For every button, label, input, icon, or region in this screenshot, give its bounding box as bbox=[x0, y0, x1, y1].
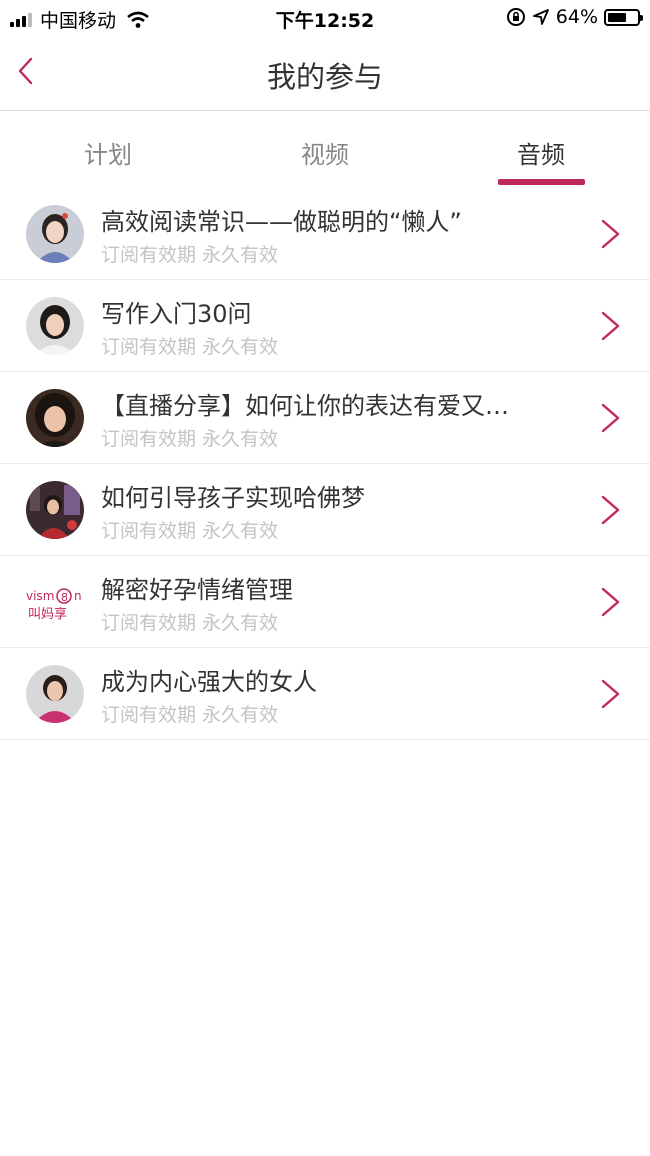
chevron-right-icon bbox=[601, 587, 620, 617]
list-item[interactable]: 【直播分享】如何让你的表达有爱又… 订阅有效期 永久有效 bbox=[0, 372, 650, 464]
course-list: 高效阅读常识——做聪明的“懒人” 订阅有效期 永久有效 写作入门30问 订阅有效… bbox=[0, 188, 650, 740]
item-subtitle: 订阅有效期 永久有效 bbox=[101, 612, 279, 634]
orientation-lock-icon bbox=[506, 8, 525, 26]
list-item[interactable]: 写作入门30问 订阅有效期 永久有效 bbox=[0, 280, 650, 372]
tab-plan[interactable]: 计划 bbox=[48, 135, 168, 170]
chevron-right-icon bbox=[601, 219, 620, 249]
chevron-right-icon bbox=[601, 495, 620, 525]
tab-audio[interactable]: 音频 bbox=[481, 135, 601, 170]
avatar bbox=[26, 481, 84, 539]
logo-text: 8 bbox=[61, 591, 68, 604]
item-title: 解密好孕情绪管理 bbox=[101, 576, 293, 604]
logo: vism 8 n 叫妈享 bbox=[26, 573, 84, 631]
item-subtitle: 订阅有效期 永久有效 bbox=[101, 520, 279, 542]
item-subtitle: 订阅有效期 永久有效 bbox=[101, 336, 279, 358]
chevron-right-icon bbox=[601, 403, 620, 433]
item-title: 【直播分享】如何让你的表达有爱又… bbox=[101, 392, 509, 420]
list-item[interactable]: vism 8 n 叫妈享 解密好孕情绪管理 订阅有效期 永久有效 bbox=[0, 556, 650, 648]
logo-text: 叫妈享 bbox=[28, 606, 67, 622]
item-subtitle: 订阅有效期 永久有效 bbox=[101, 428, 279, 450]
logo-text: n bbox=[74, 589, 82, 603]
tab-video[interactable]: 视频 bbox=[265, 135, 385, 170]
avatar bbox=[26, 389, 84, 447]
avatar bbox=[26, 205, 84, 263]
tab-bar: 计划 视频 音频 bbox=[0, 111, 650, 188]
avatar bbox=[26, 297, 84, 355]
chevron-right-icon bbox=[601, 311, 620, 341]
tab-active-indicator bbox=[498, 179, 585, 185]
battery-percent: 64% bbox=[555, 6, 598, 28]
status-bar: 中国移动 下午12:52 64% bbox=[0, 0, 650, 36]
item-title: 写作入门30问 bbox=[101, 300, 252, 328]
avatar bbox=[26, 665, 84, 723]
item-title: 成为内心强大的女人 bbox=[101, 668, 317, 696]
item-subtitle: 订阅有效期 永久有效 bbox=[101, 244, 279, 266]
list-item[interactable]: 如何引导孩子实现哈佛梦 订阅有效期 永久有效 bbox=[0, 464, 650, 556]
nav-bar: 我的参与 bbox=[0, 36, 650, 111]
page-title: 我的参与 bbox=[266, 60, 383, 94]
list-item[interactable]: 成为内心强大的女人 订阅有效期 永久有效 bbox=[0, 648, 650, 740]
battery-icon bbox=[604, 8, 643, 26]
item-title: 高效阅读常识——做聪明的“懒人” bbox=[101, 208, 462, 236]
chevron-right-icon bbox=[601, 679, 620, 709]
list-item[interactable]: 高效阅读常识——做聪明的“懒人” 订阅有效期 永久有效 bbox=[0, 188, 650, 280]
logo-text: vism bbox=[26, 589, 54, 603]
item-title: 如何引导孩子实现哈佛梦 bbox=[101, 484, 365, 512]
item-subtitle: 订阅有效期 永久有效 bbox=[101, 704, 279, 726]
location-icon bbox=[532, 9, 549, 25]
